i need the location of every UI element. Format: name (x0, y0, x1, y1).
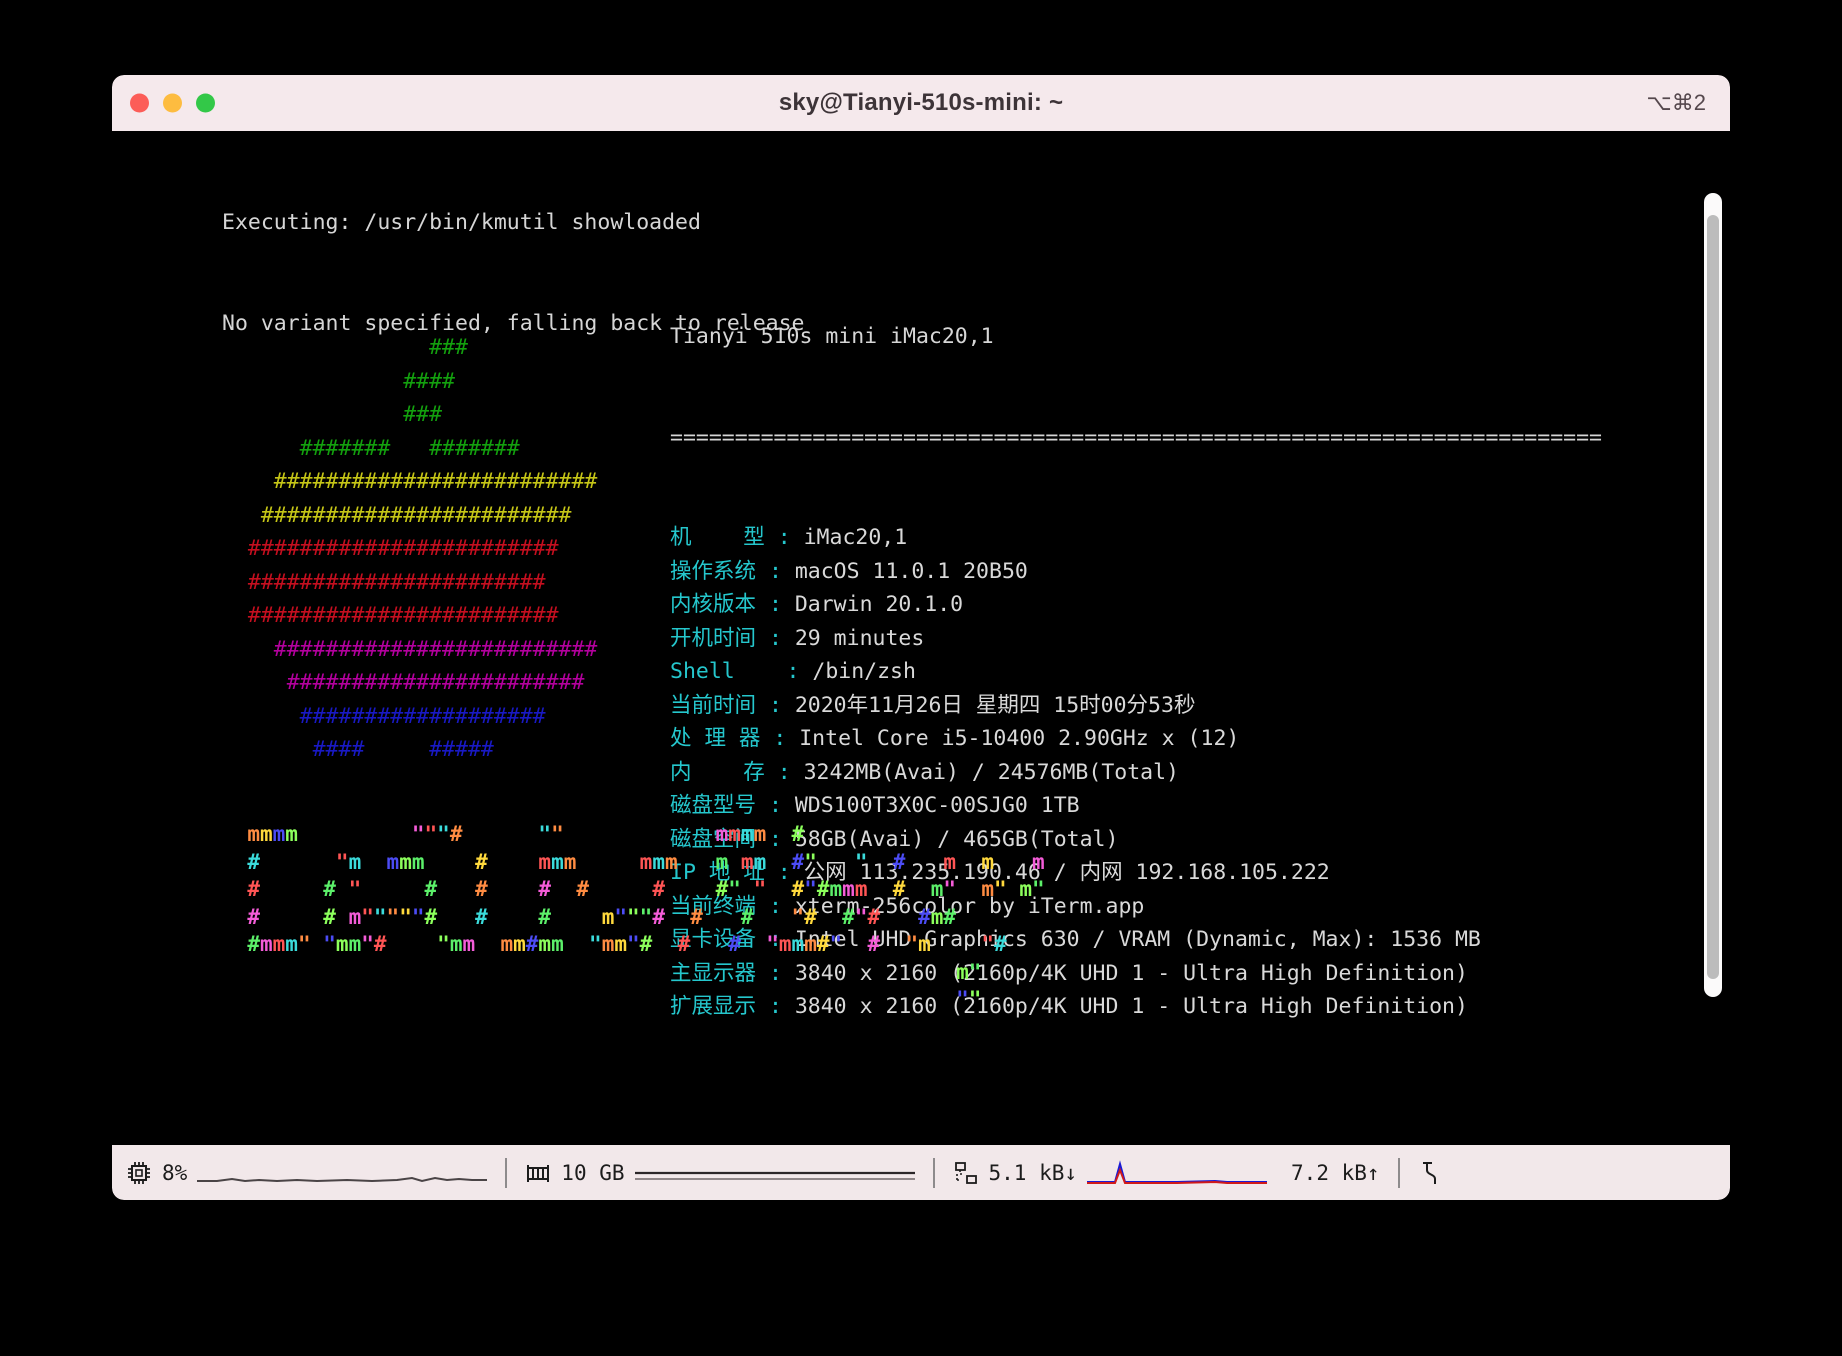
sysinfo-label: 处 理 器 : (670, 726, 800, 751)
sysinfo-label: 开机时间 : (670, 625, 795, 651)
figlet-line: mmmm """# "" mmmm # (247, 822, 805, 846)
sysinfo-header: Tianyi 510s mini iMac20,1 (670, 324, 994, 349)
network-stat[interactable]: 5.1 kB↓ 7.2 kB↑ (953, 1158, 1380, 1188)
network-up-value: 7.2 kB↑ (1291, 1160, 1380, 1185)
figlet-line: #mmm" "mm"# "mm mm#mm "mm"# # # "mmm#" #… (247, 932, 1007, 956)
sysinfo-row: 内核版本 : Darwin 20.1.0 (670, 588, 1602, 622)
zoom-button[interactable] (196, 93, 215, 113)
cpu-icon (128, 1161, 150, 1184)
window-titlebar: sky@Tianyi-510s-mini: ~ ⌥⌘2 (112, 75, 1730, 131)
rainbow-ascii-banner: mmmm """# "" mmmm # # "m mmm # mmm mmm m… (222, 821, 1045, 1014)
sysinfo-label: 机 型 : (670, 525, 804, 550)
sysinfo-value: iMac20,1 (803, 525, 908, 550)
cpu-stat[interactable]: 8% (126, 1158, 488, 1188)
apple-art-line: ######################## (222, 603, 559, 628)
sysinfo-label: 磁盘型号 : (670, 793, 795, 818)
apple-ascii-art: ### #### ### ####### ####### ###########… (222, 331, 598, 767)
sysinfo-row: 当前时间 : 2020年11月26日 星期四 15时00分53秒 (670, 689, 1602, 723)
minimize-button[interactable] (163, 93, 182, 113)
apple-art-line: ######################## (222, 536, 559, 561)
network-icon (954, 1161, 977, 1184)
keyboard-shortcut-indicator: ⌥⌘2 (1646, 90, 1706, 115)
memory-sparkline (634, 1171, 915, 1180)
apple-art-line: ######################### (222, 636, 598, 662)
sysinfo-row: 操作系统 : macOS 11.0.1 20B50 (670, 555, 1602, 589)
sysinfo-row: 机 型 : iMac20,1 (670, 521, 1602, 555)
system-stats-bar: 8% 10 GB 5.1 kB↓ 7.2 kB↑ (112, 1145, 1730, 1200)
cpu-sparkline (197, 1176, 488, 1182)
terminal-content[interactable]: Executing: /usr/bin/kmutil showloaded No… (112, 131, 1730, 1065)
figlet-line: # # m"""""# # # m"""# # # "# #"# #m# (247, 904, 957, 929)
apple-art-line: ################### (222, 703, 546, 729)
sysinfo-value: Darwin 20.1.0 (794, 592, 964, 617)
window-title: sky@Tianyi-510s-mini: ~ (778, 89, 1064, 116)
desktop-background: sky@Tianyi-510s-mini: ~ ⌥⌘2 Executing: /… (0, 0, 1842, 1356)
sysinfo-value: macOS 11.0.1 20B50 (794, 558, 1028, 584)
sysinfo-row: 内 存 : 3242MB(Avai) / 24576MB(Total) (670, 756, 1602, 790)
apple-art-line: ####################### (222, 670, 585, 695)
window-controls[interactable] (130, 93, 215, 113)
apple-art-line: ####### ####### (222, 435, 520, 461)
stats-divider (505, 1157, 508, 1188)
sysinfo-label: Shell : (670, 659, 813, 684)
branch-stat[interactable] (1418, 1159, 1444, 1187)
network-down-value: 5.1 kB↓ (988, 1160, 1078, 1185)
cpu-value: 8% (162, 1160, 188, 1185)
figlet-line: # "m mmm # mmm mmm m mm #" " # m m m (247, 849, 1045, 874)
apple-art-line: ### (222, 335, 468, 360)
sysinfo-row: 磁盘型号 : WDS100T3X0C-00SJG0 1TB (670, 789, 1602, 823)
apple-art-line: ######################## (222, 502, 572, 528)
sysinfo-value: WDS100T3X0C-00SJG0 1TB (794, 793, 1080, 818)
sysinfo-value: /bin/zsh (812, 659, 916, 684)
branch-icon (1422, 1161, 1436, 1184)
terminal-scrollbar[interactable] (1704, 193, 1722, 997)
figlet-line: m" (956, 959, 982, 984)
memory-icon (527, 1164, 550, 1182)
apple-art-line: ### (222, 402, 443, 427)
sysinfo-value: 2020年11月26日 星期四 15时00分53秒 (794, 692, 1196, 718)
sysinfo-label: 操作系统 : (670, 558, 795, 584)
sysinfo-label: 当前时间 : (670, 692, 795, 718)
sysinfo-value: 3242MB(Avai) / 24576MB(Total) (803, 759, 1179, 785)
sysinfo-row: 开机时间 : 29 minutes (670, 622, 1602, 656)
apple-art-line: ######################### (222, 469, 598, 494)
sysinfo-value: Intel Core i5-10400 2.90GHz x (12) (799, 726, 1240, 751)
sysinfo-separator: ========================================… (670, 424, 1602, 450)
stats-divider (1397, 1157, 1400, 1188)
memory-stat[interactable]: 10 GB (525, 1158, 915, 1188)
scrollbar-thumb[interactable] (1707, 215, 1719, 979)
sysinfo-row: Shell : /bin/zsh (670, 655, 1602, 689)
apple-art-line: #### ##### (222, 737, 494, 762)
stats-divider (932, 1157, 935, 1188)
sysinfo-label: 内 存 : (670, 759, 804, 785)
figlet-line: # # " # # # # # #" " #"#mmm # m" m" m" (247, 877, 1045, 901)
figlet-line: "" (956, 987, 982, 1011)
network-sparkline (1087, 1159, 1268, 1184)
boot-line: Executing: /usr/bin/kmutil showloaded (222, 210, 701, 235)
close-button[interactable] (130, 93, 149, 113)
memory-value: 10 GB (561, 1160, 625, 1185)
sysinfo-row: 处 理 器 : Intel Core i5-10400 2.90GHz x (1… (670, 722, 1602, 756)
terminal-window: sky@Tianyi-510s-mini: ~ ⌥⌘2 Executing: /… (112, 75, 1730, 1200)
sysinfo-value: 29 minutes (794, 625, 925, 651)
apple-art-line: ####################### (222, 569, 546, 595)
apple-art-line: #### (222, 368, 455, 394)
sysinfo-label: 内核版本 : (670, 592, 795, 617)
